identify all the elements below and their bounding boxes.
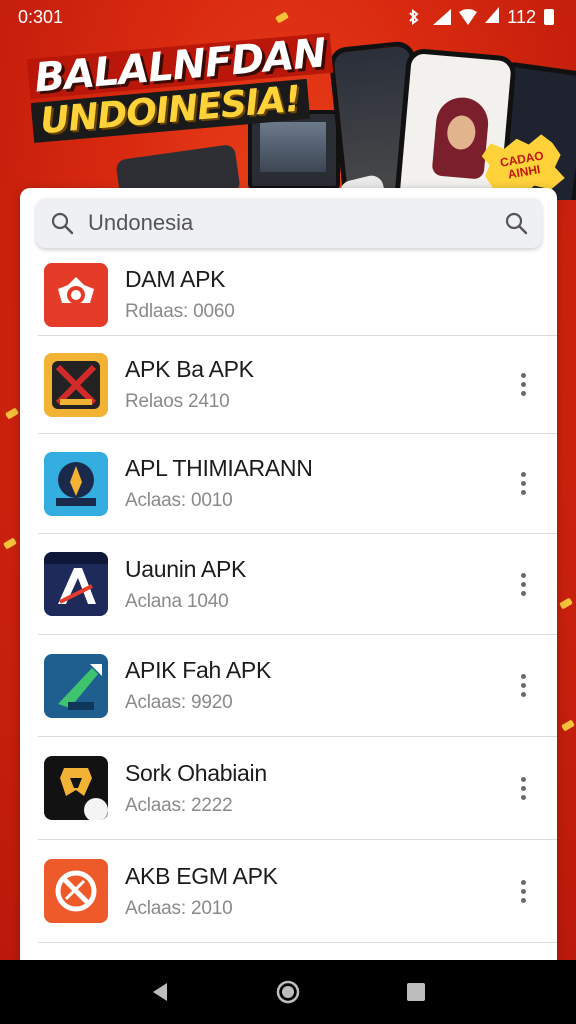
app-text: Uaunin APK Aclana 1040 bbox=[125, 556, 503, 613]
app-subtitle: Relaos 2410 bbox=[125, 391, 230, 412]
app-subtitle: Aclaas: 2222 bbox=[125, 794, 233, 816]
app-name: Sork Ohabiain bbox=[125, 759, 267, 786]
app-subtitle: Aclaas: 0010 bbox=[125, 490, 233, 511]
bluetooth-icon bbox=[407, 9, 425, 25]
app-text: Sork Ohabiain Aclaas: 2222 bbox=[125, 760, 503, 817]
app-name: DAM APK bbox=[125, 266, 226, 292]
list-item[interactable]: DAM APK Rdlaas: 0060 bbox=[38, 254, 557, 336]
app-text: APIK Fah APK Aclaas: 9920 bbox=[125, 657, 503, 714]
signal-icon bbox=[433, 9, 452, 25]
confetti bbox=[3, 537, 17, 550]
list-item[interactable]: Uaunin APK Aclana 1040 bbox=[38, 534, 557, 635]
list-item[interactable]: APIK Fah APK Aclaas: 9920 bbox=[38, 635, 557, 737]
more-options-icon[interactable] bbox=[503, 559, 543, 609]
app-name: AKB EGM APK bbox=[125, 862, 278, 889]
status-time: 0:301 bbox=[18, 6, 64, 27]
a-letter-icon bbox=[44, 552, 108, 616]
list-item[interactable]: APK Ba APK Relaos 2410 bbox=[38, 336, 557, 434]
search-submit-icon[interactable] bbox=[504, 211, 528, 235]
app-list-card: DAM APK Rdlaas: 0060 APK Ba APK Relaos 2… bbox=[20, 188, 557, 978]
app-text: AKB EGM APK Aclaas: 2010 bbox=[125, 863, 503, 920]
status-bar: 0:301 112 bbox=[0, 0, 576, 34]
app-subtitle: Rdlaas: 0060 bbox=[125, 301, 235, 322]
confetti bbox=[5, 407, 19, 420]
more-options-icon[interactable] bbox=[503, 763, 543, 813]
app-subtitle: Aclaas: 2010 bbox=[125, 897, 233, 919]
recents-icon[interactable] bbox=[396, 972, 436, 1012]
app-name: Uaunin APK bbox=[125, 555, 247, 582]
search-bar[interactable] bbox=[36, 198, 542, 248]
navigation-bar bbox=[0, 960, 576, 1024]
more-options-icon[interactable] bbox=[503, 459, 543, 509]
battery-icon bbox=[544, 9, 554, 25]
app-name: APK Ba APK bbox=[125, 356, 254, 382]
more-options-icon[interactable] bbox=[503, 866, 543, 916]
list-item[interactable]: APL THIMIARANN Aclaas: 0010 bbox=[38, 434, 557, 534]
yellow-leaf-icon bbox=[44, 756, 108, 820]
app-subtitle: Aclana 1040 bbox=[125, 590, 229, 612]
app-text: APK Ba APK Relaos 2410 bbox=[125, 356, 503, 413]
hero-banner[interactable]: CADAO AINHI BALALNFDAN UNDOINESIA! bbox=[0, 30, 576, 200]
more-options-icon[interactable] bbox=[503, 661, 543, 711]
app-text: DAM APK Rdlaas: 0060 bbox=[125, 266, 557, 323]
person-image bbox=[431, 95, 491, 180]
app-name: APL THIMIARANN bbox=[125, 455, 313, 481]
battery-level: 112 bbox=[507, 6, 536, 27]
no-sign-icon bbox=[44, 859, 108, 923]
app-text: APL THIMIARANN Aclaas: 0010 bbox=[125, 455, 503, 512]
confetti bbox=[561, 719, 575, 732]
shield-crest-icon bbox=[44, 451, 108, 516]
crossed-swords-icon bbox=[44, 352, 108, 417]
more-options-icon[interactable] bbox=[503, 360, 543, 410]
list-item[interactable]: Sork Ohabiain Aclaas: 2222 bbox=[38, 737, 557, 840]
app-subtitle: Aclaas: 9920 bbox=[125, 692, 233, 713]
list-item[interactable]: AKB EGM APK Aclaas: 2010 bbox=[38, 840, 557, 943]
green-arrow-icon bbox=[44, 653, 108, 718]
back-icon[interactable] bbox=[140, 972, 180, 1012]
app-name: APIK Fah APK bbox=[125, 657, 271, 683]
app-list: DAM APK Rdlaas: 0060 APK Ba APK Relaos 2… bbox=[20, 254, 557, 943]
red-ring-icon bbox=[44, 262, 108, 327]
signal-strength-icon bbox=[485, 6, 500, 28]
confetti bbox=[559, 597, 573, 610]
search-input[interactable] bbox=[74, 210, 504, 236]
home-icon[interactable] bbox=[268, 972, 308, 1012]
search-icon bbox=[51, 212, 74, 235]
wifi-icon bbox=[459, 9, 478, 25]
